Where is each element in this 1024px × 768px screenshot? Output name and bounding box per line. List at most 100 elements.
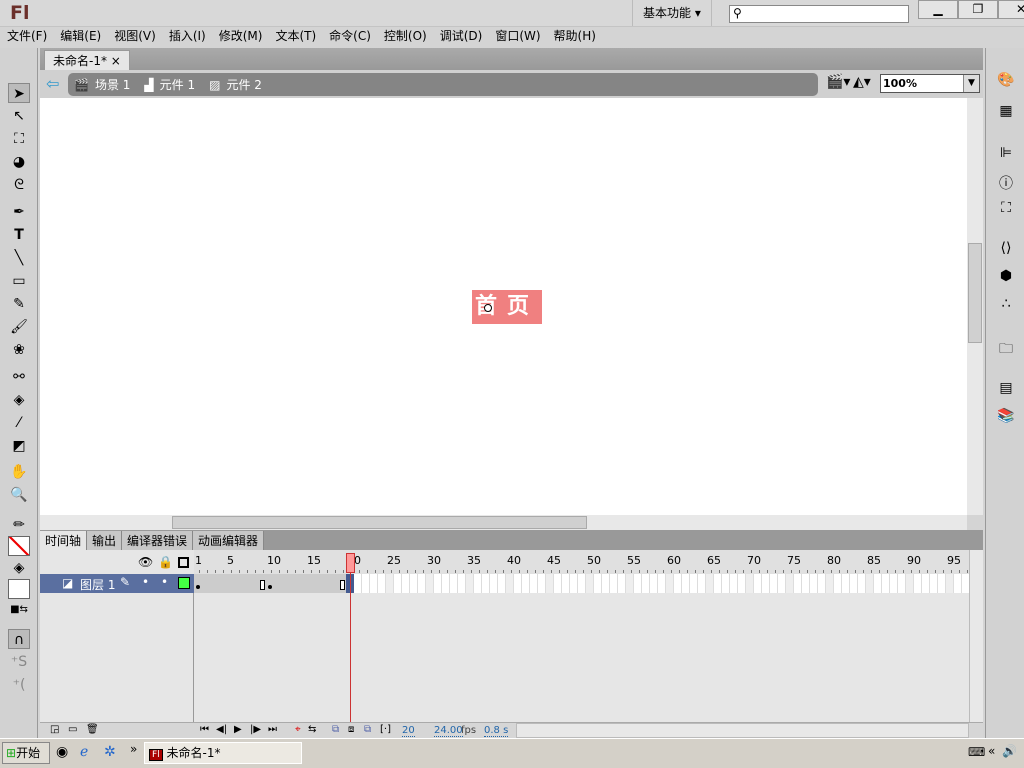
frame-cell[interactable] [922, 574, 930, 593]
frame-cell[interactable] [610, 574, 618, 593]
lock-icon[interactable]: 🔒 [158, 555, 173, 569]
frame-cell[interactable] [754, 574, 762, 593]
horizontal-scroll-thumb[interactable] [172, 516, 587, 529]
onion-skin-icon[interactable]: ⧉ [332, 724, 339, 735]
frame-cell[interactable] [298, 574, 306, 593]
stroke-color-swatch[interactable] [8, 536, 30, 556]
pen-tool-icon[interactable]: ✒ [8, 202, 30, 222]
symbol-instance[interactable]: 首页 [472, 290, 542, 324]
edit-symbols-icon[interactable]: ◭▾ [853, 74, 871, 90]
last-frame-icon[interactable]: ⏭ [268, 724, 277, 735]
frame-cell[interactable] [578, 574, 586, 593]
frame-cell[interactable] [490, 574, 498, 593]
play-icon[interactable]: ▶ [234, 724, 242, 735]
first-frame-icon[interactable]: ⏮ [200, 724, 209, 735]
frame-cell[interactable] [314, 574, 322, 593]
frame-cell[interactable] [874, 574, 882, 593]
visibility-dot[interactable]: • [142, 575, 149, 589]
frame-cell[interactable] [506, 574, 514, 593]
frame-cell[interactable] [898, 574, 906, 593]
bone-tool-icon[interactable]: ⚯ [8, 367, 30, 387]
properties-icon[interactable]: ▤ [996, 380, 1016, 400]
onion-skin-outlines-icon[interactable]: ⧈ [348, 724, 354, 735]
straighten-icon[interactable]: ⁺( [8, 675, 30, 695]
lasso-tool-icon[interactable]: ᘓ [8, 175, 30, 195]
frame-cell[interactable] [530, 574, 538, 593]
vertical-scroll-thumb[interactable] [968, 243, 982, 343]
frame-cell[interactable] [946, 574, 954, 593]
menu-control[interactable]: 控制(O) [384, 27, 427, 44]
zoom-tool-icon[interactable]: 🔍 [8, 485, 30, 505]
new-layer-icon[interactable]: ◲ [50, 724, 59, 735]
frame-cell[interactable] [458, 574, 466, 593]
frame-cell[interactable] [354, 574, 362, 593]
zoom-select[interactable]: 100% ▼ [880, 74, 980, 93]
frame-rate[interactable]: 24.00 [434, 725, 463, 737]
frame-cell[interactable] [746, 574, 754, 593]
span-end-marker[interactable] [260, 580, 265, 590]
tab-motion-editor[interactable]: 动画编辑器 [193, 531, 265, 550]
frame-ruler[interactable]: 15101520253035404550556065707580859095 [194, 550, 969, 574]
smooth-icon[interactable]: ⁺S [8, 652, 30, 672]
rectangle-tool-icon[interactable]: ▭ [8, 271, 30, 291]
frame-cell[interactable] [890, 574, 898, 593]
frame-cell[interactable] [802, 574, 810, 593]
new-folder-icon[interactable]: ▭ [68, 724, 77, 735]
keyframe-marker[interactable] [196, 585, 200, 589]
step-forward-icon[interactable]: |▶ [250, 724, 261, 735]
brush-tool-icon[interactable]: 🖌 [8, 317, 30, 337]
tray-expand-icon[interactable]: « [988, 744, 995, 758]
edit-scene-icon[interactable]: 🎬▾ [826, 74, 850, 90]
frame-cell[interactable] [482, 574, 490, 593]
frame-cell[interactable] [274, 574, 282, 593]
layer-row[interactable]: ◪ 图层 1 ✎ • • [40, 574, 194, 593]
frame-cell[interactable] [418, 574, 426, 593]
pencil-tool-icon[interactable]: ✎ [8, 294, 30, 314]
frame-cell[interactable] [514, 574, 522, 593]
transform-icon[interactable]: ⛶ [996, 200, 1016, 220]
frame-cell[interactable] [730, 574, 738, 593]
frame-cell[interactable] [762, 574, 770, 593]
center-frame-icon[interactable]: ⌖ [295, 724, 301, 735]
frame-cell[interactable] [650, 574, 658, 593]
current-frame[interactable]: 20 [402, 725, 415, 737]
delete-icon[interactable]: 🗑 [86, 724, 99, 735]
keyframe-marker[interactable] [268, 585, 272, 589]
components-icon[interactable]: ⬢ [996, 268, 1016, 288]
back-arrow-icon[interactable]: ⇦ [46, 74, 59, 93]
motion-presets-icon[interactable]: ∴ [996, 296, 1016, 316]
frame-cell[interactable] [930, 574, 938, 593]
outline-icon[interactable] [178, 557, 189, 568]
selection-tool-icon[interactable]: ➤ [8, 83, 30, 103]
frame-grid[interactable] [194, 574, 970, 593]
menu-modify[interactable]: 修改(M) [219, 27, 263, 44]
help-search-input[interactable]: ⚲ [729, 5, 909, 23]
frame-cell[interactable] [642, 574, 650, 593]
menu-window[interactable]: 窗口(W) [495, 27, 540, 44]
frame-cell[interactable] [554, 574, 562, 593]
frame-cell[interactable] [938, 574, 946, 593]
settings-icon[interactable]: ✲ [104, 744, 116, 760]
frame-cell[interactable] [370, 574, 378, 593]
frame-cell[interactable] [450, 574, 458, 593]
frame-cell[interactable] [866, 574, 874, 593]
workspace-switcher[interactable]: 基本功能 ▾ [632, 0, 712, 26]
modify-onion-markers-icon[interactable]: [·] [380, 724, 391, 735]
frame-cell[interactable] [850, 574, 858, 593]
frame-cell[interactable] [466, 574, 474, 593]
frame-cell[interactable] [714, 574, 722, 593]
eye-icon[interactable]: 👁 [138, 555, 153, 569]
fill-color-swatch[interactable] [8, 579, 30, 599]
snap-magnet-icon[interactable]: ∩ [8, 629, 30, 649]
frame-cell[interactable] [834, 574, 842, 593]
frame-cell[interactable] [666, 574, 674, 593]
tab-compiler-errors[interactable]: 编译器错误 [122, 531, 194, 550]
frame-cell[interactable] [330, 574, 338, 593]
deco-tool-icon[interactable]: ❀ [8, 340, 30, 360]
frame-cell[interactable] [954, 574, 962, 593]
menu-debug[interactable]: 调试(D) [440, 27, 483, 44]
frame-cell[interactable] [698, 574, 706, 593]
volume-icon[interactable]: 🔊 [1002, 744, 1017, 758]
frame-cell[interactable] [562, 574, 570, 593]
breadcrumb-symbol-2[interactable]: 元件 2 [226, 76, 261, 93]
